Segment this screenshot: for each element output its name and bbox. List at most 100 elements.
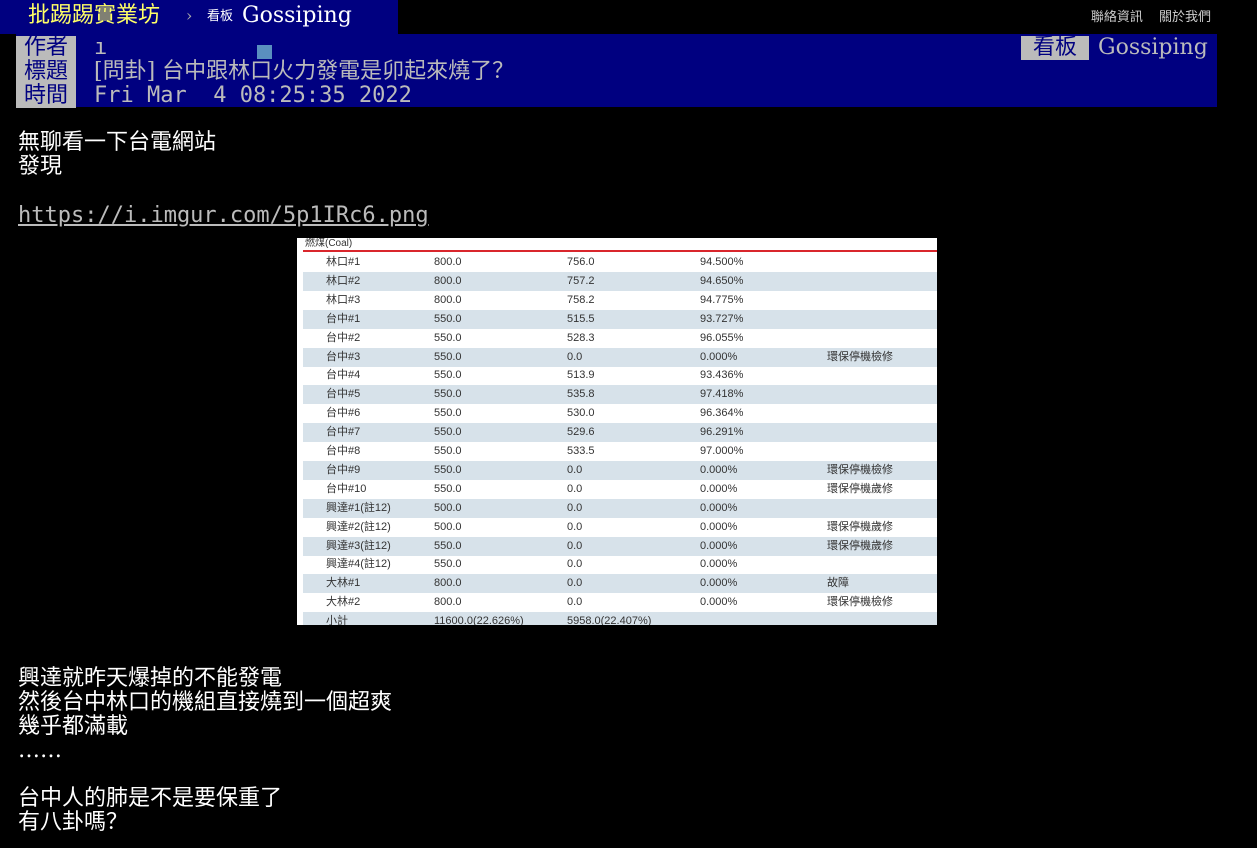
time-row: 時間 Fri Mar 4 08:25:35 2022 (16, 84, 1217, 108)
contact-link[interactable]: 聯絡資訊 (1091, 10, 1143, 25)
table-cell: 台中#4 (326, 369, 361, 382)
site-title-link[interactable]: 批踢踢實業坊 (28, 2, 160, 30)
table-row: 台中#2 550.0 528.3 96.055% (303, 329, 937, 348)
table-cell: 530.0 (567, 407, 595, 420)
table-cell: 小計 (326, 615, 348, 625)
table-row: 大林#2 800.0 0.0 0.000% 環保停機檢修 (303, 593, 937, 612)
about-link[interactable]: 關於我們 (1159, 10, 1211, 25)
table-cell: 5958.0(22.407%) (567, 615, 652, 625)
table-row: 興達#2(註12) 500.0 0.0 0.000% 環保停機歲修 (303, 518, 937, 537)
table-cell: 97.000% (700, 445, 744, 457)
table-row: 興達#3(註12) 550.0 0.0 0.000% 環保停機歲修 (303, 536, 937, 556)
table-cell: 96.055% (700, 331, 744, 344)
table-cell: 550.0 (434, 388, 462, 401)
table-cell: 550.0 (434, 331, 462, 344)
table-cell: 環保停機歲修 (827, 520, 893, 533)
table-cell: 台中#5 (326, 388, 361, 401)
table-row: 台中#5 550.0 535.8 97.418% (303, 385, 937, 405)
table-cell: 環保停機檢修 (827, 350, 893, 363)
table-cell: 94.775% (700, 293, 744, 306)
title-label: 標題 (16, 60, 76, 84)
body-paragraph-2: 興達就昨天爆掉的不能發電 然後台中林口的機組直接燒到一個超爽 幾乎都滿載 …… (18, 666, 393, 763)
table-cell: 550.0 (434, 463, 462, 476)
table-cell: 0.0 (567, 350, 583, 363)
table-cell: 興達#2(註12) (326, 520, 391, 533)
author-value: ı (94, 35, 108, 60)
table-cell: 台中#7 (326, 426, 361, 439)
table-row: 台中#4 550.0 513.9 93.436% (303, 366, 937, 385)
title-row: 標題 [問卦] 台中跟林口火力發電是卯起來燒了？ (16, 60, 1217, 84)
table-cell: 535.8 (567, 388, 595, 401)
table-cell: 550.0 (434, 312, 462, 325)
header-board-name: Gossiping (1098, 35, 1208, 60)
table-cell: 0.000% (700, 577, 738, 590)
table-row: 台中#9 550.0 0.0 0.000% 環保停機檢修 (303, 460, 937, 480)
table-cell: 台中#6 (326, 407, 361, 420)
table-cell: 林口#1 (326, 256, 361, 268)
table-cell: 故障 (827, 577, 849, 590)
table-cell: 環保停機歲修 (827, 539, 893, 552)
time-value: Fri Mar 4 08:25:35 2022 (94, 83, 412, 108)
table-cell: 800.0 (434, 293, 462, 306)
table-cell: 500.0 (434, 501, 462, 514)
table-cell: 533.5 (567, 445, 595, 457)
table-cell: 0.000% (700, 520, 738, 533)
table-cell: 台中#3 (326, 350, 361, 363)
table-cell: 環保停機檢修 (827, 596, 893, 609)
table-cell: 550.0 (434, 407, 462, 420)
breadcrumb-board-link[interactable]: Gossiping (242, 3, 352, 29)
table-cell: 550.0 (434, 539, 462, 552)
table-cell: 0.0 (567, 482, 583, 495)
top-links: 聯絡資訊 關於我們 (1079, 6, 1211, 25)
table-row: 台中#7 550.0 529.6 96.291% (303, 423, 937, 443)
table-cell: 台中#2 (326, 331, 361, 344)
table-cell: 0.000% (700, 482, 738, 495)
table-cell: 528.3 (567, 331, 595, 344)
table-cell: 96.364% (700, 407, 744, 420)
table-cell: 0.000% (700, 350, 738, 363)
table-cell: 0.000% (700, 539, 738, 552)
table-divider (303, 250, 937, 252)
table-cell: 台中#10 (326, 482, 367, 495)
table-cell: 550.0 (434, 482, 462, 495)
article-header: 作者 ı 看板 Gossiping 標題 [問卦] 台中跟林口火力發電是卯起來燒… (16, 34, 1217, 108)
table-cell: 550.0 (434, 558, 462, 571)
top-navbar: 批踢踢實業坊 › 看板 Gossiping 聯絡資訊 關於我們 (0, 0, 1257, 34)
breadcrumb-board-label: 看板 (207, 9, 234, 24)
table-row: 台中#3 550.0 0.0 0.000% 環保停機檢修 (303, 347, 937, 367)
table-cell: 96.291% (700, 426, 744, 439)
table-row: 林口#1 800.0 756.0 94.500% (303, 253, 937, 272)
board-tag: 看板 (1021, 36, 1089, 60)
table-cell: 0.000% (700, 596, 738, 609)
table-cell: 500.0 (434, 520, 462, 533)
table-caption: 燃煤(Coal) (305, 238, 353, 249)
table-cell: 林口#2 (326, 274, 361, 287)
table-cell: 800.0 (434, 256, 462, 268)
image-link[interactable]: https://i.imgur.com/5p1IRc6.png (18, 204, 429, 228)
table-cell: 93.727% (700, 312, 744, 325)
table-cell: 林口#3 (326, 293, 361, 306)
table-cell: 大林#2 (326, 596, 361, 609)
table-cell: 興達#1(註12) (326, 501, 391, 514)
table-cell: 550.0 (434, 426, 462, 439)
table-cell: 0.0 (567, 520, 583, 533)
table-cell: 513.9 (567, 369, 595, 382)
table-cell: 758.2 (567, 293, 595, 306)
table-cell: 550.0 (434, 369, 462, 382)
author-row: 作者 ı 看板 Gossiping (16, 36, 1217, 60)
table-cell: 0.000% (700, 463, 738, 476)
table-cell: 環保停機檢修 (827, 463, 893, 476)
table-row: 林口#3 800.0 758.2 94.775% (303, 291, 937, 310)
embedded-image-table[interactable]: 燃煤(Coal) 林口#1 800.0 756.0 94.500% 林口#2 800.0 7… (297, 238, 937, 625)
table-cell: 756.0 (567, 256, 595, 268)
table-cell: 環保停機歲修 (827, 482, 893, 495)
table-cell: 0.0 (567, 539, 583, 552)
table-cell: 0.0 (567, 596, 583, 609)
table-cell: 93.436% (700, 369, 744, 382)
table-cell: 11600.0(22.626%) (434, 615, 524, 625)
table-cell: 550.0 (434, 445, 462, 457)
table-cell: 515.5 (567, 312, 595, 325)
table-cell: 0.0 (567, 558, 583, 571)
table-cell: 0.0 (567, 501, 583, 514)
table-row: 台中#1 550.0 515.5 93.727% (303, 309, 937, 329)
